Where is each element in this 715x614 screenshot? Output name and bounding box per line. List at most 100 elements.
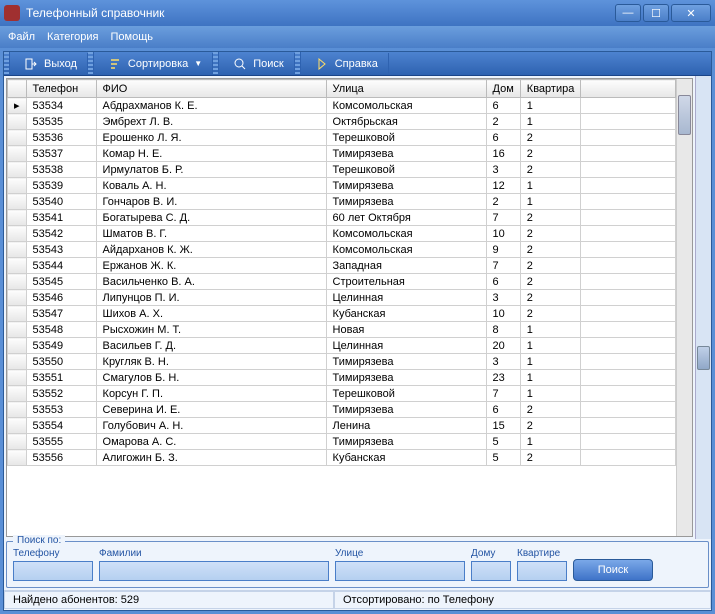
- cell-house[interactable]: 20: [486, 338, 520, 354]
- cell-street[interactable]: Кубанская: [326, 450, 486, 466]
- cell-phone[interactable]: 53550: [26, 354, 96, 370]
- cell-fio[interactable]: Липунцов П. И.: [96, 290, 326, 306]
- cell-street[interactable]: Целинная: [326, 290, 486, 306]
- cell-fio[interactable]: Коваль А. Н.: [96, 178, 326, 194]
- cell-fio[interactable]: Абдрахманов К. Е.: [96, 98, 326, 114]
- cell-fio[interactable]: Гончаров В. И.: [96, 194, 326, 210]
- exit-button[interactable]: Выход: [14, 53, 88, 75]
- cell-house[interactable]: 23: [486, 370, 520, 386]
- sort-button[interactable]: Сортировка ▼: [98, 53, 213, 75]
- cell-apt[interactable]: 1: [520, 386, 581, 402]
- cell-street[interactable]: Западная: [326, 258, 486, 274]
- table-row[interactable]: 53545Васильченко В. А.Строительная62: [8, 274, 676, 290]
- cell-apt[interactable]: 1: [520, 114, 581, 130]
- cell-phone[interactable]: 53538: [26, 162, 96, 178]
- cell-house[interactable]: 12: [486, 178, 520, 194]
- cell-street[interactable]: Целинная: [326, 338, 486, 354]
- cell-phone[interactable]: 53543: [26, 242, 96, 258]
- cell-apt[interactable]: 1: [520, 434, 581, 450]
- cell-street[interactable]: Тимирязева: [326, 354, 486, 370]
- cell-house[interactable]: 6: [486, 98, 520, 114]
- menu-category[interactable]: Категория: [47, 31, 98, 43]
- table-row[interactable]: 53551Смагулов Б. Н.Тимирязева231: [8, 370, 676, 386]
- close-button[interactable]: ✕: [671, 4, 711, 22]
- grid-vscrollbar[interactable]: [676, 79, 692, 536]
- cell-apt[interactable]: 2: [520, 450, 581, 466]
- cell-phone[interactable]: 53551: [26, 370, 96, 386]
- cell-fio[interactable]: Богатырева С. Д.: [96, 210, 326, 226]
- search-surname-input[interactable]: [99, 561, 329, 581]
- cell-street[interactable]: Тимирязева: [326, 434, 486, 450]
- table-row[interactable]: 53555Омарова А. С.Тимирязева51: [8, 434, 676, 450]
- cell-apt[interactable]: 2: [520, 290, 581, 306]
- col-house[interactable]: Дом: [486, 80, 520, 98]
- cell-phone[interactable]: 53555: [26, 434, 96, 450]
- cell-street[interactable]: Тимирязева: [326, 146, 486, 162]
- cell-phone[interactable]: 53548: [26, 322, 96, 338]
- cell-apt[interactable]: 1: [520, 322, 581, 338]
- cell-phone[interactable]: 53553: [26, 402, 96, 418]
- cell-apt[interactable]: 2: [520, 306, 581, 322]
- cell-street[interactable]: Строительная: [326, 274, 486, 290]
- cell-house[interactable]: 5: [486, 450, 520, 466]
- menu-help[interactable]: Помощь: [110, 31, 153, 43]
- grid-scroll[interactable]: Телефон ФИО Улица Дом Квартира ▸53534Абд…: [7, 79, 676, 536]
- cell-fio[interactable]: Комар Н. Е.: [96, 146, 326, 162]
- cell-street[interactable]: Комсомольская: [326, 98, 486, 114]
- cell-phone[interactable]: 53540: [26, 194, 96, 210]
- cell-street[interactable]: 60 лет Октября: [326, 210, 486, 226]
- cell-phone[interactable]: 53542: [26, 226, 96, 242]
- cell-fio[interactable]: Алигожин Б. З.: [96, 450, 326, 466]
- cell-street[interactable]: Октябрьская: [326, 114, 486, 130]
- panel-vscroll-thumb[interactable]: [697, 346, 710, 370]
- table-row[interactable]: 53537Комар Н. Е.Тимирязева162: [8, 146, 676, 162]
- cell-phone[interactable]: 53554: [26, 418, 96, 434]
- search-button[interactable]: Поиск: [573, 559, 653, 581]
- table-row[interactable]: 53538Ирмулатов Б. Р.Терешковой32: [8, 162, 676, 178]
- panel-vscrollbar[interactable]: [695, 76, 711, 539]
- cell-apt[interactable]: 1: [520, 98, 581, 114]
- cell-house[interactable]: 3: [486, 290, 520, 306]
- row-indicator-header[interactable]: [8, 80, 27, 98]
- cell-phone[interactable]: 53556: [26, 450, 96, 466]
- table-row[interactable]: 53540Гончаров В. И.Тимирязева21: [8, 194, 676, 210]
- cell-apt[interactable]: 2: [520, 210, 581, 226]
- cell-house[interactable]: 15: [486, 418, 520, 434]
- cell-street[interactable]: Терешковой: [326, 386, 486, 402]
- cell-house[interactable]: 10: [486, 306, 520, 322]
- cell-apt[interactable]: 2: [520, 162, 581, 178]
- table-row[interactable]: 53543Айдарханов К. Ж.Комсомольская92: [8, 242, 676, 258]
- grid-vscroll-thumb[interactable]: [678, 95, 691, 135]
- cell-fio[interactable]: Голубович А. Н.: [96, 418, 326, 434]
- table-row[interactable]: 53541Богатырева С. Д.60 лет Октября72: [8, 210, 676, 226]
- cell-phone[interactable]: 53544: [26, 258, 96, 274]
- cell-phone[interactable]: 53549: [26, 338, 96, 354]
- cell-fio[interactable]: Айдарханов К. Ж.: [96, 242, 326, 258]
- table-row[interactable]: 53536Ерошенко Л. Я.Терешковой62: [8, 130, 676, 146]
- cell-fio[interactable]: Васильченко В. А.: [96, 274, 326, 290]
- cell-fio[interactable]: Ерошенко Л. Я.: [96, 130, 326, 146]
- table-row[interactable]: 53550Кругляк В. Н.Тимирязева31: [8, 354, 676, 370]
- table-row[interactable]: 53535Эмбрехт Л. В.Октябрьская21: [8, 114, 676, 130]
- cell-phone[interactable]: 53539: [26, 178, 96, 194]
- cell-street[interactable]: Тимирязева: [326, 370, 486, 386]
- table-row[interactable]: 53553Северина И. Е.Тимирязева62: [8, 402, 676, 418]
- cell-street[interactable]: Новая: [326, 322, 486, 338]
- cell-house[interactable]: 3: [486, 162, 520, 178]
- cell-house[interactable]: 10: [486, 226, 520, 242]
- cell-street[interactable]: Тимирязева: [326, 402, 486, 418]
- table-row[interactable]: 53547Шихов А. Х.Кубанская102: [8, 306, 676, 322]
- cell-house[interactable]: 3: [486, 354, 520, 370]
- table-row[interactable]: 53546Липунцов П. И.Целинная32: [8, 290, 676, 306]
- search-house-input[interactable]: [471, 561, 511, 581]
- table-row[interactable]: 53548Рысхожин М. Т.Новая81: [8, 322, 676, 338]
- cell-house[interactable]: 6: [486, 274, 520, 290]
- cell-street[interactable]: Кубанская: [326, 306, 486, 322]
- cell-house[interactable]: 16: [486, 146, 520, 162]
- cell-street[interactable]: Комсомольская: [326, 226, 486, 242]
- col-fio[interactable]: ФИО: [96, 80, 326, 98]
- cell-phone[interactable]: 53534: [26, 98, 96, 114]
- table-row[interactable]: 53554Голубович А. Н.Ленина152: [8, 418, 676, 434]
- cell-house[interactable]: 7: [486, 386, 520, 402]
- cell-street[interactable]: Терешковой: [326, 130, 486, 146]
